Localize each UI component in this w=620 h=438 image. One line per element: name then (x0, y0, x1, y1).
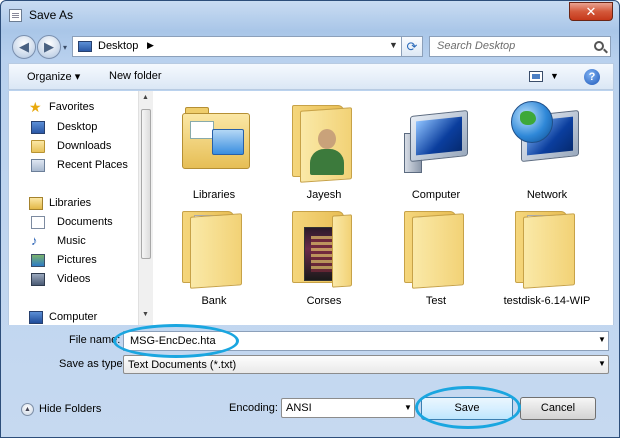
sidebar-item-label: Libraries (49, 197, 92, 209)
computer-icon (404, 99, 468, 185)
file-name-label: File name: (69, 334, 121, 346)
search-icon[interactable] (594, 41, 604, 51)
address-bar[interactable]: Desktop ▶ ▼ (72, 36, 404, 57)
sidebar-item-computer[interactable]: Computer (9, 309, 139, 327)
sidebar-item-label: Desktop (57, 121, 98, 133)
file-item-label: Computer (411, 189, 461, 201)
breadcrumb-chevron-icon[interactable]: ▶ (147, 40, 154, 51)
encoding-label: Encoding: (229, 402, 278, 414)
file-item-label: Libraries (192, 189, 236, 201)
forward-button[interactable]: ▶ (37, 35, 61, 59)
file-item-label: Corses (306, 295, 342, 307)
folder-icon (292, 205, 356, 291)
title-bar: Save As ✕ (1, 1, 619, 29)
file-item-bank[interactable]: Bank (159, 201, 269, 311)
encoding-value[interactable]: ANSI (286, 402, 312, 414)
window-title: Save As (29, 8, 74, 22)
sidebar-item-label: Videos (57, 273, 91, 285)
sidebar-item-label: Music (57, 235, 86, 247)
back-button[interactable]: ◀ (12, 35, 36, 59)
folder-icon (515, 205, 579, 291)
sidebar-item-label: Recent Places (57, 159, 128, 171)
hide-folders-label[interactable]: Hide Folders (39, 403, 119, 415)
sidebar-item-label: Computer (49, 311, 98, 323)
scroll-up-icon[interactable]: ▲ (142, 94, 149, 101)
navigation-scrollbar[interactable]: ▲ ▼ (138, 91, 153, 325)
address-dropdown-icon[interactable]: ▼ (389, 40, 398, 50)
file-list: Libraries Jayesh Computer Network Bank C… (153, 91, 614, 325)
sidebar-item-label: Pictures (57, 254, 97, 266)
file-item-label: Bank (201, 295, 227, 307)
music-icon: ♪ (31, 233, 38, 248)
notepad-icon (9, 9, 22, 22)
file-item-label: testdisk-6.14-WIP (503, 295, 591, 307)
chevron-down-icon[interactable]: ▼ (404, 403, 412, 412)
file-name-field[interactable]: MSG-EncDec.hta ▼ (123, 331, 609, 351)
sidebar-item-videos[interactable]: Videos (9, 271, 139, 289)
file-item-corses[interactable]: Corses (269, 201, 379, 311)
navigation-pane: ★ Favorites Desktop Downloads Recent Pla… (8, 91, 153, 325)
videos-icon (31, 273, 45, 286)
file-item-computer[interactable]: Computer (381, 95, 491, 205)
sidebar-item-libraries[interactable]: Libraries (9, 195, 139, 213)
desktop-icon (78, 41, 92, 52)
close-button[interactable]: ✕ (569, 2, 613, 21)
save-as-type-select[interactable]: Text Documents (*.txt) ▼ (123, 355, 609, 374)
save-as-type-label: Save as type: (59, 358, 126, 370)
sidebar-item-pictures[interactable]: Pictures (9, 252, 139, 270)
file-item-test[interactable]: Test (381, 201, 491, 311)
file-item-label: Network (526, 189, 568, 201)
cancel-button[interactable]: Cancel (520, 397, 596, 420)
sidebar-item-favorites[interactable]: ★ Favorites (9, 99, 139, 117)
sidebar-item-label: Downloads (57, 140, 112, 152)
view-dropdown-icon[interactable]: ▼ (550, 71, 559, 81)
toolbar: Organize ▾ New folder ▼ ? (8, 63, 614, 90)
organize-button[interactable]: Organize ▾ (27, 70, 80, 83)
sidebar-item-label: Documents (57, 216, 113, 228)
save-as-dialog: Save As ✕ ◀ ▶ ▾ Desktop ▶ ▼ ⟳ Search Des… (0, 0, 620, 438)
file-item-libraries[interactable]: Libraries (159, 95, 269, 205)
desktop-icon (31, 121, 45, 134)
refresh-button[interactable]: ⟳ (401, 36, 423, 57)
address-text[interactable]: Desktop (98, 40, 138, 52)
folder-icon (404, 205, 468, 291)
save-as-type-value[interactable]: Text Documents (*.txt) (128, 359, 236, 371)
sidebar-item-music[interactable]: ♪ Music (9, 233, 139, 251)
folder-icon (182, 205, 246, 291)
file-name-value[interactable]: MSG-EncDec.hta (130, 335, 216, 347)
new-folder-button[interactable]: New folder (109, 70, 162, 82)
search-input[interactable]: Search Desktop (429, 36, 611, 57)
file-item-network[interactable]: Network (492, 95, 602, 205)
help-icon[interactable]: ? (584, 69, 600, 85)
recent-places-icon (31, 159, 45, 172)
file-item-testdisk[interactable]: testdisk-6.14-WIP (492, 201, 602, 311)
save-button[interactable]: Save (421, 397, 513, 420)
file-item-label: Jayesh (306, 189, 342, 201)
pictures-icon (31, 254, 45, 267)
libraries-icon (29, 197, 43, 210)
libraries-folder-icon (182, 99, 250, 185)
computer-icon (29, 311, 43, 324)
collapse-arrow-icon[interactable]: ▲ (21, 403, 34, 416)
scrollbar-thumb[interactable] (141, 109, 151, 259)
favorites-star-icon: ★ (29, 99, 42, 115)
sidebar-item-documents[interactable]: Documents (9, 214, 139, 232)
sidebar-item-recent-places[interactable]: Recent Places (9, 157, 139, 175)
scroll-down-icon[interactable]: ▼ (142, 311, 149, 318)
sidebar-item-desktop[interactable]: Desktop (9, 119, 139, 137)
user-folder-icon (292, 99, 356, 185)
network-icon (511, 99, 579, 185)
sidebar-item-downloads[interactable]: Downloads (9, 138, 139, 156)
change-view-icon[interactable] (529, 71, 543, 82)
sidebar-item-label: Favorites (49, 101, 95, 113)
chevron-down-icon[interactable]: ▼ (598, 359, 606, 368)
downloads-folder-icon (31, 140, 45, 153)
encoding-select[interactable]: ANSI ▼ (281, 398, 415, 418)
documents-icon (31, 216, 45, 229)
file-item-label: Test (425, 295, 447, 307)
search-placeholder: Search Desktop (437, 40, 516, 52)
file-item-jayesh[interactable]: Jayesh (269, 95, 379, 205)
history-dropdown-icon[interactable]: ▾ (63, 43, 67, 52)
chevron-down-icon[interactable]: ▼ (598, 335, 606, 344)
